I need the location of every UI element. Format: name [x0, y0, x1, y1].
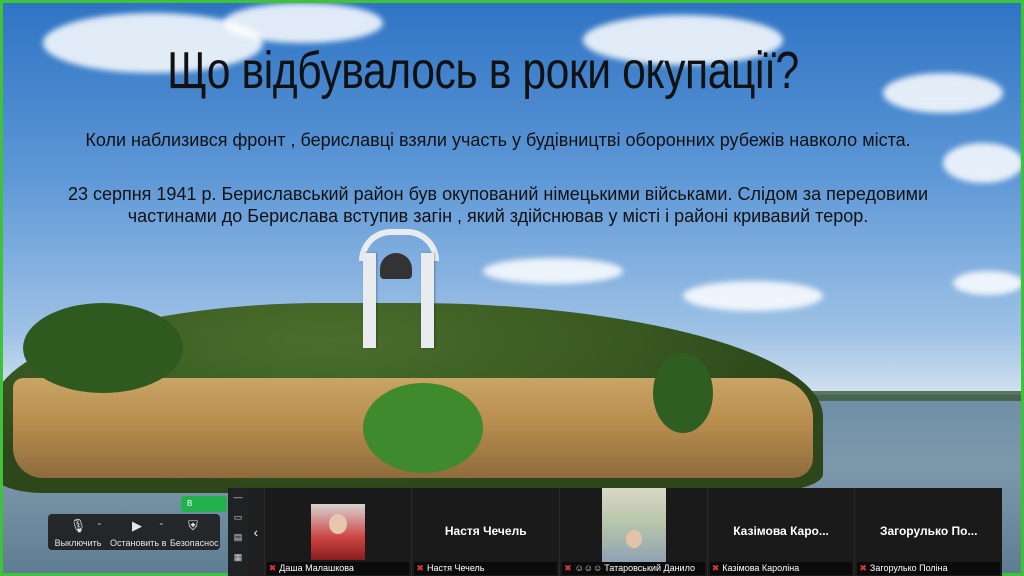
participant-big-name: Настя Чечель [444, 524, 527, 538]
participant-name: Казімова Кароліна [722, 563, 800, 573]
reaction-icons: ☺☺☺ [574, 563, 603, 573]
participant-face [626, 530, 643, 548]
participant-gallery: ‹ ✖ Даша Малашкова Настя Чечель ✖ Настя Че… [248, 488, 1003, 576]
camera-icon: ▶ [132, 518, 142, 533]
participant-name-bar: ✖ Загорулько Поліна [857, 562, 1001, 575]
security-button[interactable]: ⛨ Безопаснос [170, 518, 219, 548]
participant-name: Даша Малашкова [279, 563, 354, 573]
cloud [483, 258, 623, 284]
belfry-post [363, 253, 376, 348]
bush [363, 383, 483, 473]
minimize-icon[interactable]: — [228, 492, 248, 508]
participant-big-name: Казімова Каро... [733, 524, 829, 538]
belfry-post [421, 253, 434, 348]
participant-tile[interactable]: Казімова Каро... ✖ Казімова Кароліна [706, 488, 855, 576]
layout-strip-icon[interactable]: ▭ [228, 512, 248, 528]
muted-mic-icon: ✖ [564, 563, 572, 573]
cloud [883, 73, 1003, 113]
participant-name: Загорулько Поліна [869, 563, 948, 573]
participant-face [328, 514, 347, 534]
participant-tile[interactable]: Загорулько По... ✖ Загорулько Поліна [854, 488, 1003, 576]
muted-mic-icon: ✖ [859, 563, 867, 573]
participant-tile[interactable]: ✖ ☺☺☺ Татаровський Данило [559, 488, 707, 576]
participant-name-bar: ✖ ☺☺☺ Татаровський Данило [562, 562, 705, 575]
cloud [683, 281, 823, 311]
far-shore [783, 391, 1021, 401]
participant-video [602, 488, 667, 562]
chevron-down-icon[interactable]: ⌄ [158, 518, 165, 527]
muted-mic-icon: ✖ [711, 563, 720, 573]
chevron-down-icon[interactable]: ⌄ [96, 518, 103, 527]
cloud [953, 271, 1021, 295]
participant-name-bar: ✖ Казімова Кароліна [709, 562, 853, 575]
stop-video-button[interactable]: ▶ ⌄ Остановить в [110, 518, 167, 548]
security-badge-label: В [187, 499, 193, 508]
meeting-controls: 🎙 ⌄ Выключить ▶ ⌄ Остановить в ⛨ Безопас… [48, 514, 220, 550]
participant-video [310, 504, 365, 560]
layout-tile-icon[interactable]: ▤ [228, 532, 248, 548]
muted-mic-icon: ✖ [268, 563, 277, 573]
bell-icon [380, 253, 412, 279]
slide-paragraph-1: Коли наблизився фронт , бериславці взяли… [85, 130, 911, 150]
participant-name-bar: ✖ Даша Малашкова [266, 562, 410, 575]
participant-big-name: Загорулько По... [879, 524, 978, 538]
security-badge[interactable]: В [181, 496, 227, 512]
mute-button[interactable]: 🎙 ⌄ Выключить [54, 518, 103, 548]
chevron-left-icon[interactable]: ‹ [248, 488, 264, 576]
slide-paragraph-2: 23 серпня 1941 р. Бериславський район бу… [67, 184, 929, 226]
muted-mic-icon: ✖ [416, 563, 424, 573]
participant-name: Татаровський Данило [604, 563, 695, 573]
stop-video-label: Остановить в [110, 538, 167, 548]
microphone-icon: 🎙 [69, 518, 87, 533]
shield-icon: ⛨ [188, 518, 198, 533]
slide-title: Що відбувалось в роки окупації? [167, 42, 799, 100]
mute-label: Выключить [54, 538, 102, 548]
bush [653, 353, 713, 433]
security-label: Безопаснос [170, 538, 219, 548]
participant-tile[interactable]: Настя Чечель ✖ Настя Чечель [411, 488, 560, 576]
gallery-toolbar: — ▭ ▤ ▦ [228, 488, 248, 576]
participant-name: Настя Чечель [426, 563, 485, 573]
participant-tile[interactable]: ✖ Даша Малашкова [263, 488, 412, 576]
participant-name-bar: ✖ Настя Чечель [414, 562, 558, 575]
grid-icon[interactable]: ▦ [228, 552, 248, 568]
bush [23, 303, 183, 393]
cloud [223, 3, 383, 43]
